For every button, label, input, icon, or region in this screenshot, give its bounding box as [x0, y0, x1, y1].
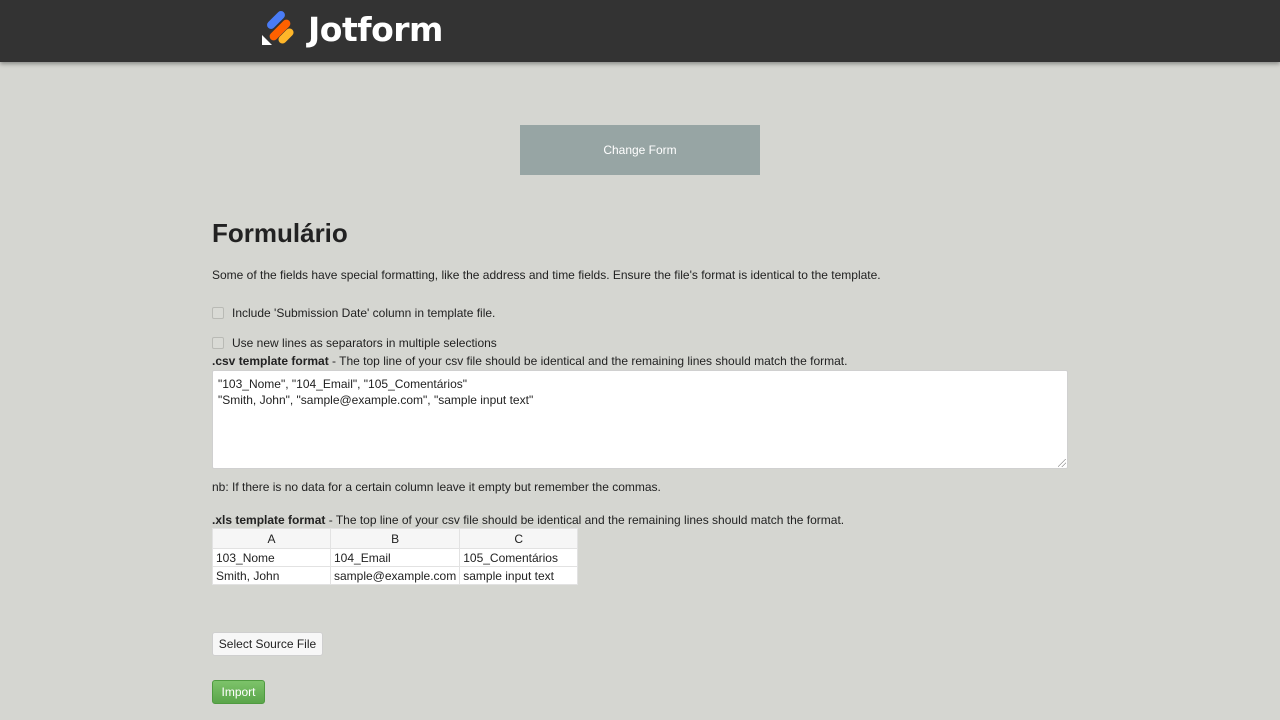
submission-date-option[interactable]: Include 'Submission Date' column in temp…: [212, 306, 495, 320]
submission-date-checkbox[interactable]: [212, 307, 224, 319]
table-header-row: A B C: [212, 528, 579, 549]
table-row: 103_Nome 104_Email 105_Comentários: [212, 548, 579, 567]
new-lines-label: Use new lines as separators in multiple …: [232, 336, 497, 350]
table-cell: 105_Comentários: [459, 548, 579, 567]
csv-line-sample: "Smith, John", "sample@example.com", "sa…: [218, 393, 534, 407]
new-lines-option[interactable]: Use new lines as separators in multiple …: [212, 336, 497, 350]
table-cell: 103_Nome: [212, 548, 331, 567]
jotform-logo-icon: [262, 11, 294, 45]
xls-template-table: A B C 103_Nome 104_Email 105_Comentários…: [212, 528, 579, 585]
column-header-a: A: [212, 528, 331, 549]
select-source-file-button[interactable]: Select Source File: [212, 632, 323, 656]
table-row: Smith, John sample@example.com sample in…: [212, 566, 579, 585]
csv-line-header: "103_Nome", "104_Email", "105_Comentário…: [218, 377, 468, 391]
form-title: Formulário: [212, 218, 348, 248]
import-button[interactable]: Import: [212, 680, 265, 704]
csv-format-label-bold: .csv template format: [212, 354, 329, 368]
resize-handle-icon[interactable]: [1058, 459, 1066, 467]
description-text: Some of the fields have special formatti…: [212, 268, 881, 282]
change-form-button[interactable]: Change Form: [520, 125, 760, 175]
csv-template-textarea[interactable]: "103_Nome", "104_Email", "105_Comentário…: [212, 370, 1068, 469]
submission-date-label: Include 'Submission Date' column in temp…: [232, 306, 496, 320]
xls-format-label-text: - The top line of your csv file should b…: [325, 513, 845, 527]
column-header-b: B: [329, 528, 461, 549]
csv-format-label-text: - The top line of your csv file should b…: [328, 354, 848, 368]
logo-text: Jotform: [308, 9, 443, 49]
column-header-c: C: [459, 528, 579, 549]
jotform-logo[interactable]: Jotform: [260, 9, 443, 49]
table-cell: sample input text: [459, 566, 579, 585]
xls-format-label-bold: .xls template format: [212, 513, 326, 527]
table-cell: 104_Email: [329, 548, 461, 567]
top-bar: Jotform: [0, 0, 1280, 62]
csv-format-label: .csv template format - The top line of y…: [212, 354, 847, 368]
table-cell: sample@example.com: [329, 566, 461, 585]
new-lines-checkbox[interactable]: [212, 337, 224, 349]
nb-note: nb: If there is no data for a certain co…: [212, 480, 661, 494]
xls-format-label: .xls template format - The top line of y…: [212, 513, 844, 527]
table-cell: Smith, John: [212, 566, 331, 585]
